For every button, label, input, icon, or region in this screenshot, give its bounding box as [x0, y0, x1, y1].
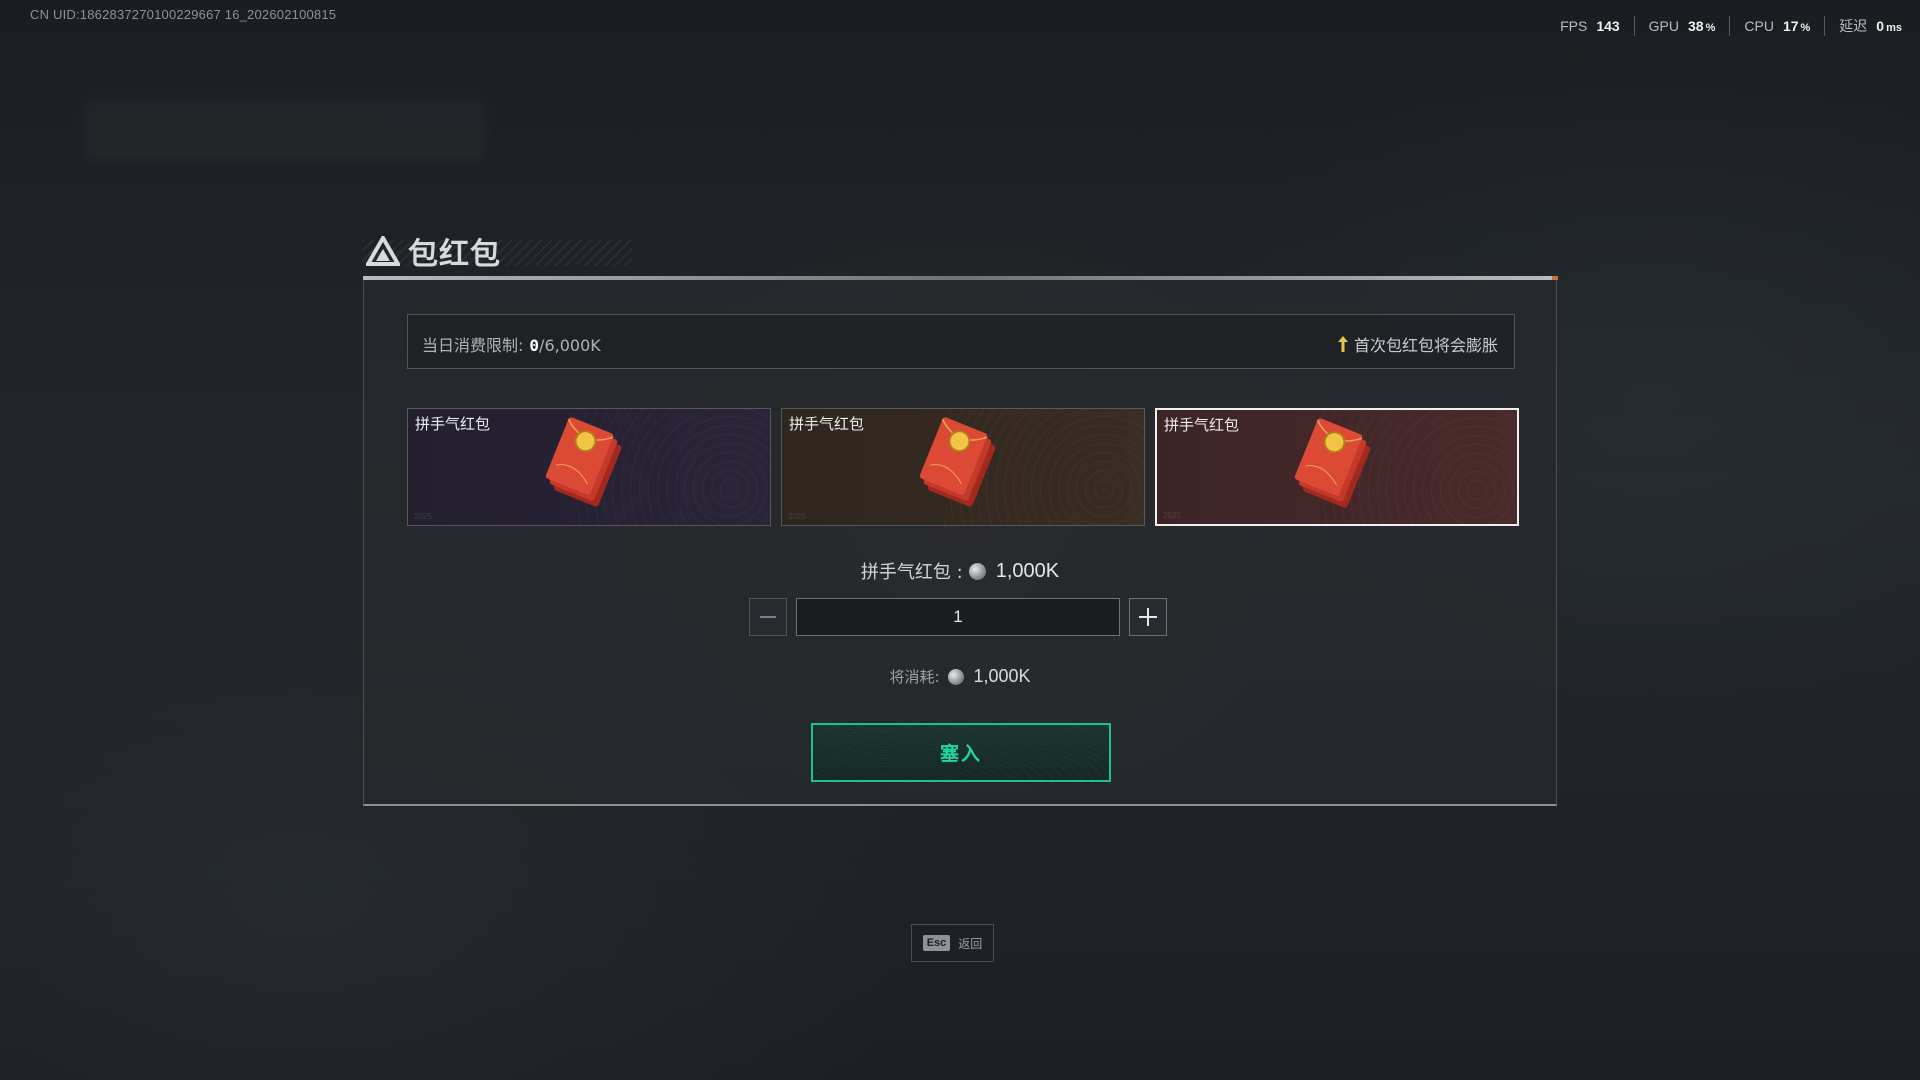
limit-max: /6,000K — [539, 336, 601, 355]
limit-current: 0 — [529, 336, 540, 355]
unit-price: 拼手气红包 : 1,000K — [364, 558, 1556, 584]
latency-label: 延迟 — [1839, 18, 1868, 34]
packet-style-list: 拼手气红包 2025 拼手气红包 2025 拼手气红包 2025 — [407, 408, 1519, 526]
minus-icon — [760, 616, 776, 618]
decrease-button[interactable] — [749, 598, 787, 636]
uid-text: CN UID:1862837270100229667 16_2026021008… — [30, 7, 337, 22]
card-watermark: 2025 — [1163, 511, 1181, 520]
packet-style-card[interactable]: 拼手气红包 2025 — [781, 408, 1145, 526]
plus-icon — [1139, 608, 1157, 626]
latency-value: 0 — [1876, 18, 1885, 34]
bonus-hint-text: 首次包红包将会膨胀 — [1353, 336, 1498, 355]
quantity-input[interactable]: 1 — [796, 598, 1120, 636]
quantity-stepper: 1 — [749, 598, 1167, 636]
dialog-title: 包红包 — [408, 237, 501, 272]
red-envelope-icon — [545, 417, 622, 507]
esc-key-icon: Esc — [922, 935, 951, 951]
performance-overlay: FPS 143 GPU 38 % CPU 17 % 延迟 0 ms — [1546, 16, 1906, 36]
coin-icon — [968, 562, 986, 580]
card-watermark: 2025 — [414, 512, 432, 521]
cpu-label: CPU — [1744, 18, 1774, 34]
gpu-label: GPU — [1648, 18, 1680, 34]
back-button[interactable]: Esc 返回 — [911, 924, 994, 962]
confirm-button[interactable]: 塞入 — [811, 723, 1111, 782]
fps-value: 143 — [1596, 18, 1620, 34]
gpu-unit: % — [1705, 22, 1716, 34]
latency-stat: 延迟 0 ms — [1825, 16, 1906, 36]
spending-limit: 当日消费限制: 0/6,000K — [422, 332, 601, 356]
triangle-logo-icon — [366, 236, 400, 266]
arrow-up-icon — [1337, 336, 1348, 352]
limit-label: 当日消费限制: — [422, 336, 524, 355]
red-envelope-icon — [1294, 418, 1371, 508]
cost-value: 1,000K — [973, 666, 1031, 686]
price-value: 1,000K — [995, 559, 1060, 582]
bonus-hint: 首次包红包将会膨胀 — [1337, 332, 1498, 356]
price-label: 拼手气红包 : — [860, 562, 963, 583]
cpu-stat: CPU 17 % — [1730, 16, 1826, 36]
gpu-value: 38 — [1688, 18, 1704, 34]
dialog-header: 包红包 — [366, 232, 501, 272]
packet-style-card-selected[interactable]: 拼手气红包 2025 — [1155, 408, 1519, 526]
card-label: 拼手气红包 — [1164, 416, 1240, 434]
coin-icon — [947, 668, 964, 685]
cost-label: 将消耗: — [889, 668, 940, 686]
total-cost: 将消耗: 1,000K — [364, 666, 1556, 687]
fps-stat: FPS 143 — [1546, 16, 1635, 36]
fps-label: FPS — [1560, 18, 1588, 34]
card-label: 拼手气红包 — [415, 415, 491, 433]
packet-style-card[interactable]: 拼手气红包 2025 — [407, 408, 771, 526]
red-envelope-icon — [919, 417, 996, 507]
increase-button[interactable] — [1129, 598, 1167, 636]
spending-limit-bar: 当日消费限制: 0/6,000K 首次包红包将会膨胀 — [407, 314, 1515, 369]
latency-unit: ms — [1886, 22, 1902, 34]
card-label: 拼手气红包 — [789, 415, 865, 433]
gpu-stat: GPU 38 % — [1635, 16, 1731, 36]
cpu-unit: % — [1800, 22, 1811, 34]
red-packet-dialog: 当日消费限制: 0/6,000K 首次包红包将会膨胀 拼手气红包 2025 拼手… — [363, 280, 1557, 806]
back-label: 返回 — [958, 936, 983, 951]
cpu-value: 17 — [1782, 18, 1799, 34]
card-watermark: 2025 — [788, 512, 806, 521]
blurred-banner — [85, 100, 485, 160]
